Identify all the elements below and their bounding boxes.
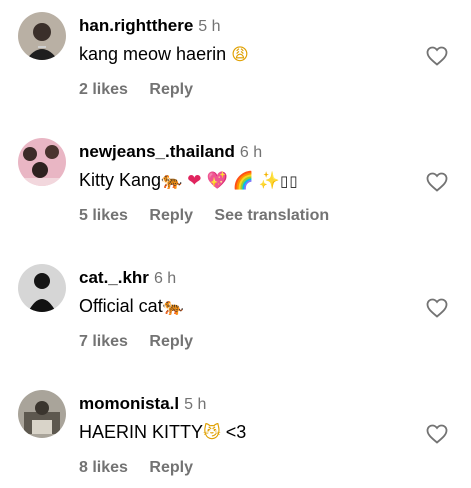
comment-item: newjeans_.thailand 6 h Kitty Kang🐅 ❤ 💖 🌈 … bbox=[0, 126, 471, 236]
comment-meta: newjeans_.thailand 6 h bbox=[79, 142, 262, 162]
comment-actions: 2 likes Reply bbox=[79, 81, 210, 99]
comment-text: kang meow haerin 😩 bbox=[79, 44, 249, 65]
comment-text-content: Kitty Kang bbox=[79, 170, 162, 190]
weary-face-emoji: 😩 bbox=[231, 45, 249, 65]
red-heart-emoji: ❤ bbox=[187, 171, 202, 191]
comment-text-content: kang meow haerin bbox=[79, 44, 227, 64]
username[interactable]: han.rightthere bbox=[79, 16, 193, 35]
likes-count-button[interactable]: 8 likes bbox=[79, 459, 128, 476]
reply-button[interactable]: Reply bbox=[149, 207, 193, 224]
comment-meta: momonista.l 5 h bbox=[79, 394, 206, 414]
username[interactable]: momonista.l bbox=[79, 394, 179, 413]
comment-text-content: HAERIN KITTY bbox=[79, 422, 204, 442]
comment-actions: 7 likes Reply bbox=[79, 333, 210, 351]
like-heart-icon[interactable] bbox=[425, 170, 449, 194]
comment-meta: han.rightthere 5 h bbox=[79, 16, 221, 36]
timestamp: 6 h bbox=[153, 270, 177, 287]
like-heart-icon[interactable] bbox=[425, 44, 449, 68]
timestamp: 5 h bbox=[184, 396, 207, 413]
tiger-emoji: 🐅 bbox=[162, 297, 184, 317]
comment-item: momonista.l 5 h HAERIN KITTY😼 <3 8 likes … bbox=[0, 378, 471, 488]
comment-text: HAERIN KITTY😼 <3 bbox=[79, 422, 246, 443]
like-heart-icon[interactable] bbox=[425, 296, 449, 320]
comment-text-content: Official cat bbox=[79, 296, 163, 316]
timestamp: 6 h bbox=[239, 144, 263, 161]
likes-count-button[interactable]: 5 likes bbox=[79, 207, 128, 224]
reply-button[interactable]: Reply bbox=[149, 333, 193, 350]
comment-meta: cat._.khr 6 h bbox=[79, 268, 176, 288]
username[interactable]: cat._.khr bbox=[79, 268, 149, 287]
avatar[interactable] bbox=[18, 390, 66, 438]
like-heart-icon[interactable] bbox=[425, 422, 449, 446]
reply-button[interactable]: Reply bbox=[149, 81, 193, 98]
unrendered-glyph-boxes: ▯▯ bbox=[280, 172, 299, 190]
comment-text-suffix: <3 bbox=[220, 422, 247, 442]
comment-text: Official cat🐅 bbox=[79, 296, 184, 317]
sparkles-emoji: ✨ bbox=[258, 171, 281, 191]
cat-face-emoji: 😼 bbox=[203, 423, 221, 443]
sparkling-heart-emoji: 💖 bbox=[206, 171, 228, 191]
likes-count-button[interactable]: 2 likes bbox=[79, 81, 128, 98]
avatar[interactable] bbox=[18, 138, 66, 186]
tiger-emoji: 🐅 bbox=[161, 171, 183, 191]
reply-button[interactable]: Reply bbox=[149, 459, 193, 476]
comment-actions: 8 likes Reply bbox=[79, 459, 210, 477]
comment-actions: 5 likes Reply See translation bbox=[79, 207, 346, 225]
comment-text: Kitty Kang🐅 ❤ 💖 🌈 ✨▯▯ bbox=[79, 170, 299, 191]
see-translation-button[interactable]: See translation bbox=[214, 207, 329, 224]
timestamp: 5 h bbox=[198, 18, 221, 35]
likes-count-button[interactable]: 7 likes bbox=[79, 333, 128, 350]
comment-item: cat._.khr 6 h Official cat🐅 7 likes Reply bbox=[0, 252, 471, 362]
comment-item: han.rightthere 5 h kang meow haerin 😩 2 l… bbox=[0, 0, 471, 110]
avatar[interactable] bbox=[18, 264, 66, 312]
username[interactable]: newjeans_.thailand bbox=[79, 142, 235, 161]
avatar[interactable] bbox=[18, 12, 66, 60]
rainbow-emoji: 🌈 bbox=[232, 171, 254, 191]
